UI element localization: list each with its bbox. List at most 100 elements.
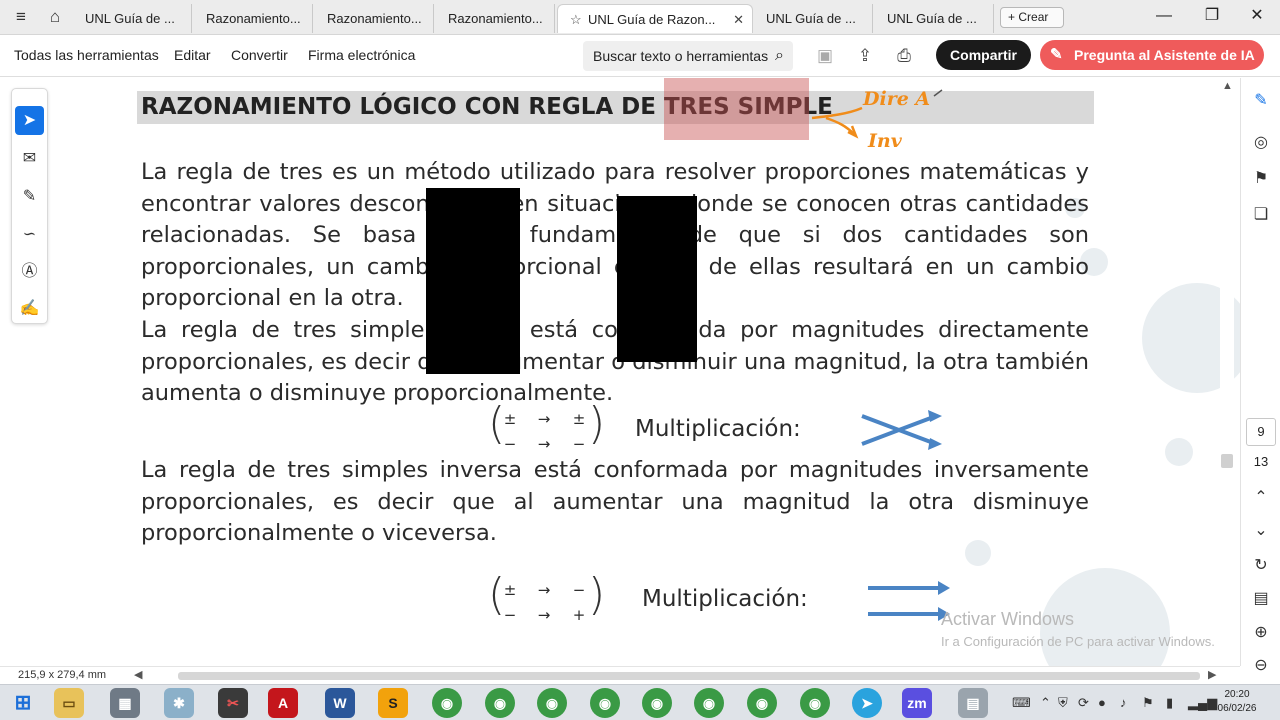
search-label: Buscar texto o herramientas xyxy=(593,48,769,64)
new-tab-button[interactable]: + Crear xyxy=(1000,7,1064,28)
page-display-icon[interactable]: ▤ xyxy=(1248,586,1274,612)
print-icon[interactable]: ⎙ xyxy=(892,44,916,68)
save-icon[interactable]: ▣ xyxy=(813,44,837,68)
system-clock[interactable]: 20:20 06/02/26 xyxy=(1212,688,1262,716)
menu-all-tools[interactable]: Todas las herramientas xyxy=(14,47,159,63)
telegram-icon[interactable]: ➤ xyxy=(852,688,882,718)
formula-cell: → xyxy=(537,581,551,599)
word-icon[interactable]: W xyxy=(325,688,355,718)
restore-icon[interactable]: ❐ xyxy=(1199,5,1225,27)
bookmark-icon[interactable]: ⚑ xyxy=(1248,166,1274,192)
keyboard-icon[interactable]: ⌨ xyxy=(1012,693,1031,713)
formula-cell: − xyxy=(503,435,517,453)
tray-chevron-icon[interactable]: ⌃ xyxy=(1040,693,1051,713)
activate-windows-title: Activar Windows xyxy=(941,609,1075,629)
star-icon[interactable]: ☆ xyxy=(570,5,588,33)
system-monitor-icon[interactable]: ▤ xyxy=(958,688,988,718)
close-tab-icon[interactable]: ✕ xyxy=(733,5,744,33)
redaction-block xyxy=(617,196,697,362)
horizontal-scrollbar[interactable] xyxy=(178,672,1200,680)
acrobat-icon[interactable]: A xyxy=(268,688,298,718)
quick-tools-palette: ➤ ✉ ✎ ∽ Ⓐ ✍ xyxy=(11,88,48,324)
paragraph-direct: La regla de tres simple directa está con… xyxy=(141,317,1089,406)
formula-cell: − xyxy=(572,581,586,599)
pages-thumbnail-icon[interactable]: ❏ xyxy=(1248,202,1274,228)
formula-cell: → xyxy=(537,435,551,453)
highlight-annotation[interactable] xyxy=(664,78,809,140)
battery-icon[interactable]: ▮ xyxy=(1166,693,1173,713)
home-icon[interactable]: ⌂ xyxy=(43,6,67,28)
menu-e-sign[interactable]: Firma electrónica xyxy=(308,47,415,63)
browser-tab[interactable]: UNL Guía de ... xyxy=(875,4,994,33)
highlight-pen-icon[interactable]: ✎ xyxy=(15,182,44,211)
redaction-block xyxy=(426,188,520,374)
chrome-icon[interactable]: ◉ xyxy=(485,688,515,718)
share-button[interactable]: Compartir xyxy=(936,40,1031,70)
sublime-icon[interactable]: S xyxy=(378,688,408,718)
browser-tab[interactable]: UNL Guía de ... xyxy=(754,4,873,33)
vertical-scrollbar[interactable]: ▲ xyxy=(1220,78,1234,666)
comments-panel-icon[interactable]: ◎ xyxy=(1248,130,1274,156)
edit-pdf-icon[interactable]: ✎ xyxy=(1248,88,1274,114)
chrome-icon[interactable]: ◉ xyxy=(537,688,567,718)
chrome-icon[interactable]: ◉ xyxy=(642,688,672,718)
select-cursor-icon[interactable]: ➤ xyxy=(15,106,44,135)
flag-icon[interactable]: ⚑ xyxy=(1142,693,1154,713)
chrome-icon[interactable]: ◉ xyxy=(800,688,830,718)
sync-icon[interactable]: ⟳ xyxy=(1078,693,1089,713)
upload-icon[interactable]: ⇪ xyxy=(853,44,877,68)
file-explorer-icon[interactable]: ▭ xyxy=(54,688,84,718)
snipping-tool-icon[interactable]: ✂ xyxy=(218,688,248,718)
clock-time: 20:20 xyxy=(1224,689,1250,700)
menu-edit[interactable]: Editar xyxy=(174,47,211,63)
pdf-toolbar: Todas las herramientas Editar Convertir … xyxy=(0,35,1280,77)
scrollbar-thumb[interactable] xyxy=(1221,454,1233,468)
paren-right: ) xyxy=(588,569,606,620)
menu-icon[interactable]: ≡ xyxy=(9,6,33,28)
chrome-icon[interactable]: ◉ xyxy=(747,688,777,718)
tab-label: UNL Guía de Razon... xyxy=(588,12,716,27)
text-box-icon[interactable]: Ⓐ xyxy=(15,257,44,286)
window-close-icon[interactable]: ✕ xyxy=(1244,5,1270,27)
menu-convert[interactable]: Convertir xyxy=(231,47,288,63)
draw-freeform-icon[interactable]: ∽ xyxy=(15,220,44,249)
tab-label: UNL Guía de ... xyxy=(85,11,175,26)
volume-icon[interactable]: ♪ xyxy=(1120,693,1127,713)
sign-icon[interactable]: ✍ xyxy=(15,294,44,323)
zoom-app-icon[interactable]: zm xyxy=(902,688,932,718)
search-tools-field[interactable]: Buscar texto o herramientas ⌕ xyxy=(583,41,793,71)
current-page-field[interactable]: 9 xyxy=(1246,418,1276,446)
calculator-icon[interactable]: ▦ xyxy=(110,688,140,718)
ai-assistant-button[interactable]: ✎ Pregunta al Asistente de IA xyxy=(1040,40,1264,70)
windows-start-icon[interactable]: ⊞ xyxy=(8,688,38,718)
comment-icon[interactable]: ✉ xyxy=(15,144,44,173)
zoom-out-icon[interactable]: ⊖ xyxy=(1248,653,1274,679)
status-bar: 215,9 x 279,4 mm ◀ ▶ xyxy=(0,666,1240,684)
chrome-icon[interactable]: ◉ xyxy=(432,688,462,718)
zoom-tray-icon[interactable]: ● xyxy=(1098,693,1106,713)
browser-tab[interactable]: Razonamiento... xyxy=(315,4,434,33)
formula-cell: ± xyxy=(503,410,517,428)
next-page-icon[interactable]: ⌄ xyxy=(1248,518,1274,544)
right-sidebar: ✎ ◎ ⚑ ❏ 9 13 ⌃ ⌄ ↻ ▤ ⊕ ⊖ xyxy=(1240,78,1280,674)
scroll-up-icon[interactable]: ▲ xyxy=(1222,80,1233,92)
browser-tab[interactable]: Razonamiento... xyxy=(194,4,313,33)
minimize-icon[interactable]: — xyxy=(1151,5,1177,27)
annotation-direct: Dire A xyxy=(863,88,931,110)
defender-icon[interactable]: ⛨ xyxy=(1058,693,1068,713)
scroll-right-icon[interactable]: ▶ xyxy=(1208,668,1216,681)
browser-tab[interactable]: Razonamiento... xyxy=(436,4,555,33)
scroll-left-icon[interactable]: ◀ xyxy=(134,668,142,681)
page-dimensions: 215,9 x 279,4 mm xyxy=(18,669,107,681)
chrome-icon[interactable]: ◉ xyxy=(694,688,724,718)
total-pages: 13 xyxy=(1253,454,1269,469)
prev-page-icon[interactable]: ⌃ xyxy=(1248,485,1274,511)
paint-icon[interactable]: ✱ xyxy=(164,688,194,718)
browser-tab[interactable]: UNL Guía de ... xyxy=(73,4,192,33)
zoom-in-icon[interactable]: ⊕ xyxy=(1248,620,1274,646)
browser-tab-active[interactable]: ☆ UNL Guía de Razon... ✕ xyxy=(557,4,753,33)
rotate-icon[interactable]: ↻ xyxy=(1248,553,1274,579)
windows-taskbar: ⊞ ▭ ▦ ✱ ✂ A W S ◉ ◉ ◉ ◉ ◉ ◉ ◉ ◉ ➤ zm ▤ ⌨… xyxy=(0,684,1280,720)
chrome-icon[interactable]: ◉ xyxy=(590,688,620,718)
document-viewer: RAZONAMIENTO LÓGICO CON REGLA DE TRES SI… xyxy=(0,78,1240,666)
